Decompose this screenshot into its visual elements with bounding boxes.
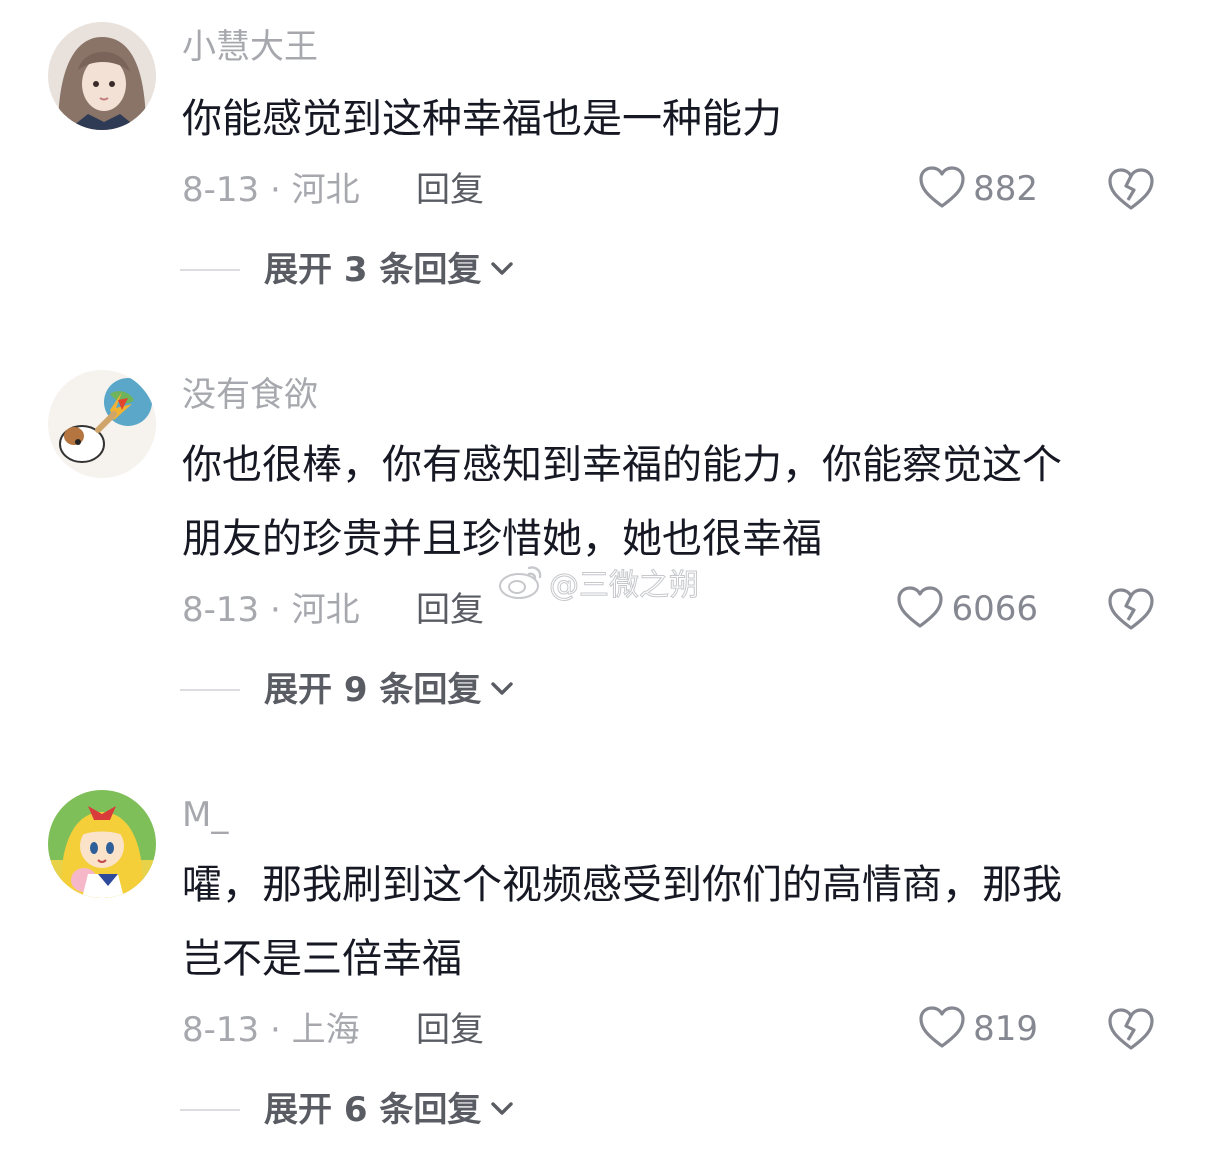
divider bbox=[180, 269, 240, 271]
reply-button[interactable]: 回复 bbox=[416, 589, 484, 631]
reply-button[interactable]: 回复 bbox=[416, 169, 484, 211]
like-count: 819 bbox=[973, 1009, 1038, 1049]
dislike-button[interactable] bbox=[1106, 166, 1156, 212]
comment-text-line: 你能感觉到这种幸福也是一种能力 bbox=[182, 96, 782, 142]
reply-button[interactable]: 回复 bbox=[416, 1009, 484, 1051]
username[interactable]: 没有食欲 bbox=[182, 374, 318, 416]
expand-replies-label: 展开 6 条回复 bbox=[264, 1090, 482, 1130]
weibo-logo-icon bbox=[497, 560, 545, 604]
expand-replies-label: 展开 3 条回复 bbox=[264, 250, 482, 290]
heart-outline-icon bbox=[895, 584, 945, 634]
broken-heart-icon bbox=[1106, 168, 1156, 216]
chevron-down-icon bbox=[489, 1098, 515, 1122]
divider bbox=[180, 1109, 240, 1111]
comment-text-line: 岂不是三倍幸福 bbox=[182, 936, 462, 982]
avatar[interactable] bbox=[48, 790, 156, 898]
username[interactable]: 小慧大王 bbox=[182, 26, 318, 68]
comment-text-line: 你也很棒，你有感知到幸福的能力，你能察觉这个 bbox=[182, 442, 1062, 488]
like-count: 6066 bbox=[951, 589, 1038, 629]
comment-meta: 8-13 · 上海 bbox=[182, 1010, 360, 1050]
comment-meta: 8-13 · 河北 bbox=[182, 590, 360, 630]
like-button[interactable]: 6066 bbox=[895, 586, 1038, 632]
expand-replies-button[interactable]: 展开 3 条回复 bbox=[180, 249, 515, 291]
username[interactable]: M_ bbox=[182, 794, 228, 836]
comment-text: 你能感觉到这种幸福也是一种能力 bbox=[182, 82, 782, 156]
like-count: 882 bbox=[973, 169, 1038, 209]
comment-text: 嚯，那我刷到这个视频感受到你们的高情商，那我 岂不是三倍幸福 bbox=[182, 848, 1062, 996]
expand-replies-label: 展开 9 条回复 bbox=[264, 670, 482, 710]
dislike-button[interactable] bbox=[1106, 1006, 1156, 1052]
broken-heart-icon bbox=[1106, 588, 1156, 636]
like-button[interactable]: 819 bbox=[917, 1006, 1038, 1052]
like-button[interactable]: 882 bbox=[917, 166, 1038, 212]
avatar[interactable] bbox=[48, 22, 156, 130]
comment-meta: 8-13 · 河北 bbox=[182, 170, 360, 210]
chevron-down-icon bbox=[489, 258, 515, 282]
watermark-text: @三微之朔 bbox=[549, 568, 700, 604]
dislike-button[interactable] bbox=[1106, 586, 1156, 632]
divider bbox=[180, 689, 240, 691]
expand-replies-button[interactable]: 展开 9 条回复 bbox=[180, 669, 515, 711]
comment-text-line: 嚯，那我刷到这个视频感受到你们的高情商，那我 bbox=[182, 862, 1062, 908]
broken-heart-icon bbox=[1106, 1008, 1156, 1056]
comment-text: 你也很棒，你有感知到幸福的能力，你能察觉这个 朋友的珍贵并且珍惜她，她也很幸福 bbox=[182, 428, 1062, 576]
expand-replies-button[interactable]: 展开 6 条回复 bbox=[180, 1089, 515, 1131]
heart-outline-icon bbox=[917, 1004, 967, 1054]
chevron-down-icon bbox=[489, 678, 515, 702]
heart-outline-icon bbox=[917, 164, 967, 214]
watermark: @三微之朔 bbox=[497, 560, 700, 604]
avatar[interactable] bbox=[48, 370, 156, 478]
